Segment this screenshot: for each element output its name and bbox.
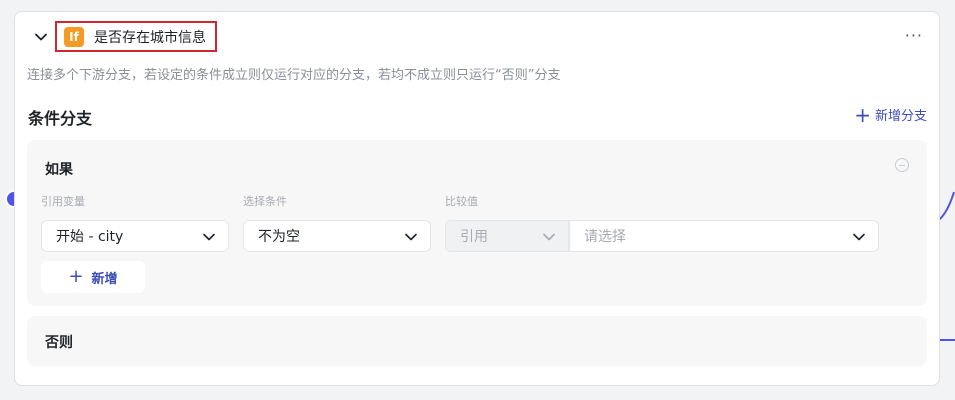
compare-value-select[interactable]: 请选择 [569, 220, 879, 252]
compare-field-label: 比较值 [445, 195, 478, 208]
else-branch-label: 否则 [45, 335, 73, 351]
node-title: 是否存在城市信息 [94, 29, 206, 46]
condition-select[interactable]: 不为空 [243, 220, 431, 252]
chevron-down-icon [853, 233, 865, 241]
add-branch-button[interactable]: + 新增分支 [854, 102, 927, 127]
add-branch-label: 新增分支 [874, 109, 927, 124]
chevron-down-icon [203, 233, 215, 241]
plus-icon: + [854, 102, 871, 127]
else-branch: 否则 [27, 316, 927, 366]
add-condition-button[interactable]: + 新增 [41, 261, 145, 293]
compare-value-placeholder: 请选择 [584, 229, 626, 245]
variable-select-value: 开始 - city [56, 229, 124, 245]
node-header: If 是否存在城市信息 ··· [15, 12, 939, 62]
condition-node-card[interactable]: If 是否存在城市信息 ··· 连接多个下游分支，若设定的条件成立则仅运行对应的… [14, 11, 940, 386]
chevron-down-icon [543, 233, 555, 241]
collapse-toggle[interactable] [33, 29, 49, 45]
condition-select-value: 不为空 [258, 229, 300, 245]
variable-field-label: 引用变量 [41, 195, 85, 208]
condition-field-label: 选择条件 [243, 195, 287, 208]
more-options-icon[interactable]: ··· [905, 26, 923, 46]
chevron-down-icon [35, 33, 47, 41]
chevron-down-icon [405, 233, 417, 241]
if-branch: 如果 引用变量 选择条件 比较值 开始 - city 不为空 引用 请选择 + … [27, 140, 927, 306]
if-branch-label: 如果 [45, 162, 73, 178]
node-title-box[interactable]: If 是否存在城市信息 [55, 21, 217, 52]
plus-icon: + [68, 266, 84, 287]
if-node-icon: If [64, 26, 84, 47]
variable-select[interactable]: 开始 - city [41, 220, 229, 252]
compare-type-value: 引用 [460, 229, 488, 245]
section-title: 条件分支 [28, 109, 93, 128]
node-description: 连接多个下游分支，若设定的条件成立则仅运行对应的分支，若均不成立则只运行“否则”… [27, 68, 561, 83]
remove-circle-icon[interactable] [895, 158, 909, 172]
add-condition-label: 新增 [91, 271, 118, 287]
compare-type-select: 引用 [445, 220, 569, 252]
